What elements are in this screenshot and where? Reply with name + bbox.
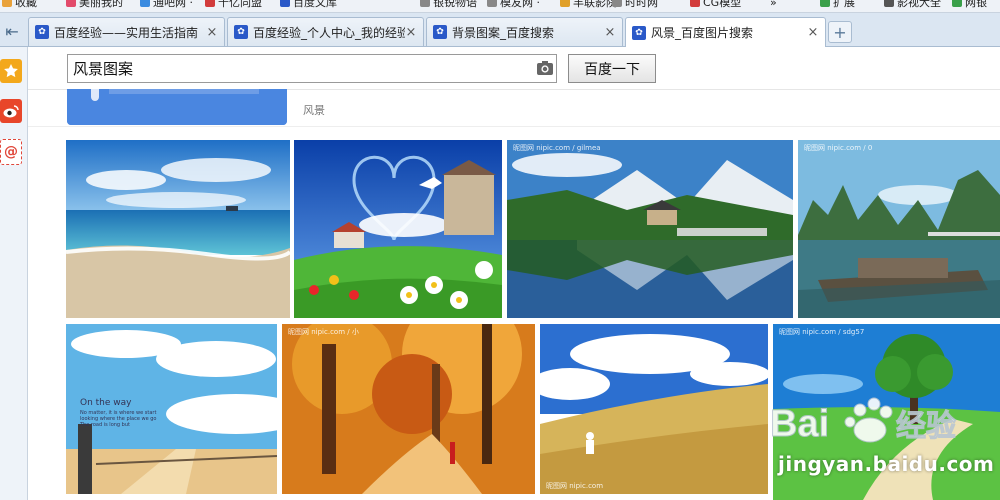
bookmark-label: CG模型	[703, 0, 742, 9]
baidu-paw-icon: ✿	[35, 25, 49, 39]
bookmark-label: 网银	[965, 0, 987, 9]
watermark: 昵图网 nipic.com / 小	[288, 328, 359, 336]
bookmark-item[interactable]: CG模型	[690, 0, 741, 9]
bookmark-icon	[205, 0, 215, 7]
bookmark-item[interactable]: 扩展	[820, 0, 855, 9]
close-icon[interactable]: ×	[604, 25, 616, 40]
close-icon[interactable]: ×	[807, 25, 819, 40]
bookmark-icon	[280, 0, 290, 7]
tab-baidu-jingyan[interactable]: ✿ 百度经验——实用生活指南 ×	[28, 17, 225, 46]
bookmark-item[interactable]: 丰联影院	[560, 0, 617, 9]
bookmark-label: 扩展	[833, 0, 855, 9]
on-the-way-line: The road is long but	[80, 422, 130, 428]
wheat-field-image[interactable]: 昵图网 nipic.com	[540, 324, 768, 494]
watermark: 昵图网 nipic.com / gilmea	[513, 144, 601, 152]
tab-scenery-image-search[interactable]: ✿ 风景_百度图片搜索 ×	[625, 17, 826, 47]
bookmark-label: 千亿同盟	[218, 0, 262, 9]
bookmark-icon	[420, 0, 430, 7]
bookmark-item[interactable]: 通吧网 ·	[140, 0, 193, 9]
bookmark-item[interactable]: 影视大全	[884, 0, 941, 9]
bookmark-item[interactable]: 银锐物语	[420, 0, 477, 9]
bookmark-item[interactable]: 网银	[952, 0, 987, 9]
banner-image[interactable]	[67, 89, 287, 125]
bookmark-icon	[952, 0, 962, 7]
tab-personal-center[interactable]: ✿ 百度经验_个人中心_我的经验 ×	[227, 17, 424, 46]
bookmark-label: 美丽我的	[79, 0, 123, 9]
bookmark-item[interactable]: 时时网	[612, 0, 658, 9]
search-area: 百度一下	[28, 47, 1000, 90]
watermark: 昵图网 nipic.com / 0	[804, 144, 873, 152]
karst-river-boat-image[interactable]: 昵图网 nipic.com / 0	[798, 140, 1000, 318]
bookmark-icon	[884, 0, 894, 7]
tab-label: 百度经验——实用生活指南	[54, 25, 199, 40]
bookmark-icon	[820, 0, 830, 7]
bookmark-label: 影视大全	[897, 0, 941, 9]
close-icon[interactable]: ×	[405, 25, 417, 40]
bookmark-item[interactable]: 模友网 ·	[487, 0, 540, 9]
search-button[interactable]: 百度一下	[568, 54, 656, 83]
watermark: 昵图网 nipic.com	[546, 482, 604, 490]
bookmark-item[interactable]: 美丽我的	[66, 0, 123, 9]
bookmark-label: »	[770, 0, 777, 9]
baidu-paw-icon: ✿	[234, 25, 248, 39]
bookmark-label: 通吧网 ·	[153, 0, 193, 9]
tab-label: 百度经验_个人中心_我的经验	[253, 25, 405, 40]
back-icon[interactable]: ⇤	[0, 17, 24, 45]
watermark: 昵图网 nipic.com / sdg57	[779, 328, 865, 336]
mail-icon[interactable]: @	[0, 139, 22, 165]
tab-label: 风景_百度图片搜索	[651, 26, 754, 40]
favorites-star-icon[interactable]	[0, 59, 22, 83]
baidu-paw-icon: ✿	[433, 25, 447, 39]
lake-reflection-image[interactable]: 昵图网 nipic.com / gilmea	[507, 140, 793, 318]
beach-image[interactable]	[66, 140, 290, 318]
baidu-jingyan-text: 经验	[896, 409, 956, 444]
baidu-jingyan-watermark: Bai 经验	[770, 392, 1000, 450]
bookmarks-bar: 收藏 美丽我的 通吧网 · 千亿同盟 百度文库 银锐物语 模友网 · 丰联影院 时时网 CG模型 »…	[0, 0, 1000, 13]
bookmark-label: 银锐物语	[433, 0, 477, 9]
baidu-paw-icon	[844, 397, 893, 443]
close-icon[interactable]: ×	[206, 25, 218, 40]
tab-strip: ⇤ ✿ 百度经验——实用生活指南 × ✿ 百度经验_个人中心_我的经验 × ✿ …	[0, 13, 1000, 47]
on-the-way-title: On the way	[80, 398, 132, 408]
bookmark-icon	[66, 0, 76, 7]
bookmark-label: 丰联影院	[573, 0, 617, 9]
heart-meadow-image[interactable]	[294, 140, 502, 318]
bookmark-icon	[487, 0, 497, 7]
bookmark-item[interactable]: 百度文库	[280, 0, 337, 9]
sidebar: @	[0, 47, 28, 500]
camera-icon[interactable]	[536, 59, 554, 77]
bookmark-icon	[690, 0, 700, 7]
divider	[28, 126, 1000, 127]
bookmark-label: 百度文库	[293, 0, 337, 9]
bookmark-item[interactable]: »	[770, 0, 777, 9]
baidu-url-watermark: jingyan.baidu.com	[778, 452, 995, 476]
baidu-paw-icon: ✿	[632, 25, 646, 40]
bookmark-label: 时时网	[625, 0, 658, 9]
autumn-forest-image[interactable]: 昵图网 nipic.com / 小	[282, 324, 535, 494]
new-tab-button[interactable]: +	[828, 21, 852, 43]
weibo-icon[interactable]	[0, 99, 22, 123]
bookmark-icon	[2, 0, 12, 7]
search-input[interactable]	[67, 54, 557, 83]
bookmark-label: 模友网 ·	[500, 0, 540, 9]
bookmark-icon	[560, 0, 570, 7]
tab-background-search[interactable]: ✿ 背景图案_百度搜索 ×	[426, 17, 623, 46]
bookmark-label: 收藏	[15, 0, 37, 9]
tab-label: 背景图案_百度搜索	[452, 25, 555, 40]
banner-tag: 风景	[303, 104, 325, 117]
on-the-way-road-image[interactable]	[66, 324, 277, 494]
bookmark-item[interactable]: 千亿同盟	[205, 0, 262, 9]
baidu-brand-text: Bai	[770, 403, 829, 445]
bookmark-icon	[140, 0, 150, 7]
bookmark-icon	[612, 0, 622, 7]
bookmark-item[interactable]: 收藏	[2, 0, 37, 9]
